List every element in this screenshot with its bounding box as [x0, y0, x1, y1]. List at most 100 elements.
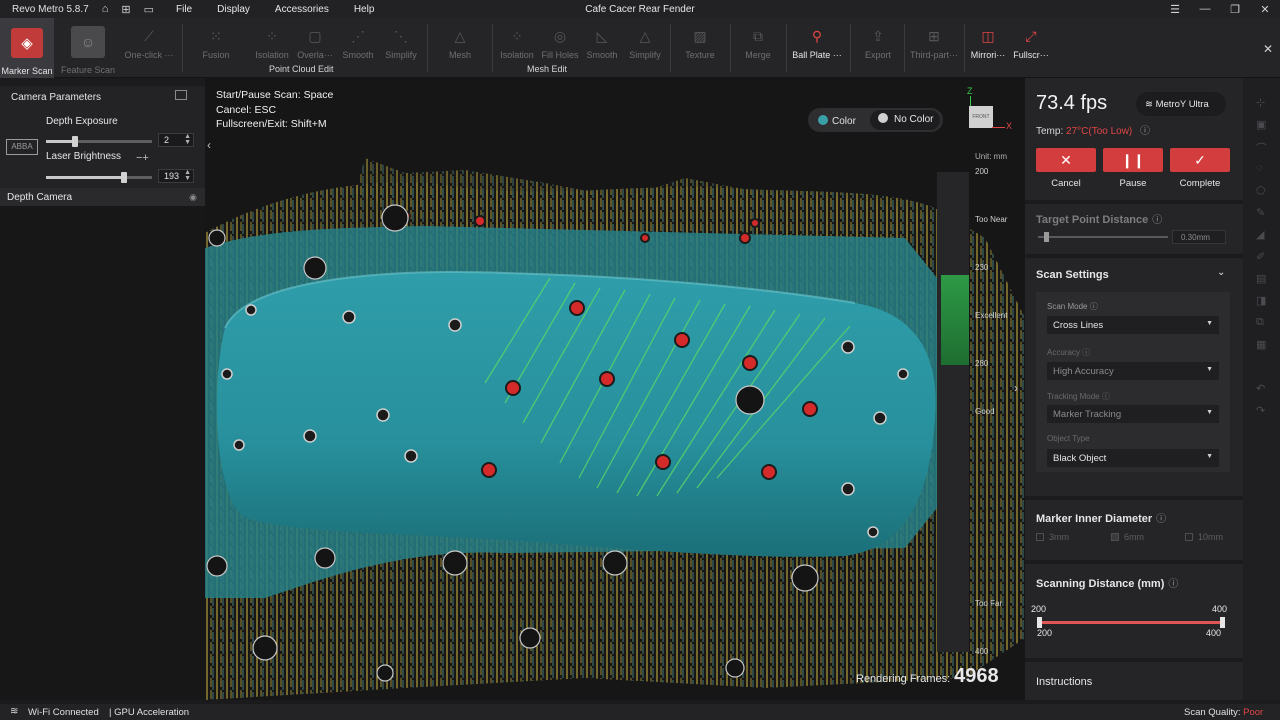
expand-panel-chevron-icon[interactable]: › — [1014, 381, 1018, 395]
scan-mode-select[interactable]: Cross Lines ▼ — [1047, 316, 1219, 334]
close-window-icon[interactable]: ✕ — [1250, 3, 1280, 16]
texture-button[interactable]: ▨ Texture — [680, 18, 720, 78]
feature-scan-button[interactable]: ☺ Feature Scan — [60, 18, 116, 78]
third-party-button[interactable]: ⊞ Third-part··· — [908, 18, 960, 78]
one-click-button[interactable]: ⟋ One-click ··· — [120, 18, 178, 78]
merge-button[interactable]: ⧉ Merge — [738, 18, 778, 78]
toolbar: ◈ Marker Scan ☺ Feature Scan ⟋ One-click… — [0, 18, 1280, 78]
scan-settings-title[interactable]: Scan Settings — [1036, 269, 1109, 281]
grid-icon[interactable]: ▤ — [1256, 272, 1266, 285]
device-badge[interactable]: ≋ MetroY Ultra — [1136, 92, 1226, 116]
scan-quality-label: Scan Quality: — [1184, 707, 1241, 718]
open-folder-icon[interactable]: ▭ — [144, 3, 154, 16]
fps-readout: 73.4 fps — [1036, 92, 1108, 114]
spinner-icon[interactable]: ▲ ▼ — [184, 133, 191, 146]
mesh-smooth-button[interactable]: ◺ Smooth — [582, 18, 622, 78]
polygon-icon[interactable]: ⬠ — [1256, 184, 1266, 197]
color-option[interactable]: Color — [818, 114, 856, 127]
info-icon[interactable]: ⓘ — [1152, 215, 1162, 226]
select-icon[interactable]: ▣ — [1256, 118, 1266, 131]
pc-smooth-button[interactable]: ⋰ Smooth — [338, 18, 378, 78]
marker-6mm-checkbox[interactable]: 6mm — [1111, 532, 1144, 542]
info-icon[interactable]: ⓘ — [1090, 302, 1098, 311]
orientation-gizmo[interactable]: Z FRONT X — [962, 86, 1016, 136]
scan-viewport[interactable] — [205, 78, 1025, 700]
color-mode-toggle[interactable]: Color No Color — [808, 108, 943, 132]
complete-scan-button[interactable]: ✓ — [1170, 148, 1230, 172]
info-icon[interactable]: ⓘ — [1102, 392, 1110, 401]
mesh-simplify-button[interactable]: △ Simplify — [625, 18, 665, 78]
pause-scan-button[interactable]: ❙❙ — [1103, 148, 1163, 172]
object-type-select[interactable]: Black Object ▼ — [1047, 449, 1219, 467]
move-icon[interactable]: ⊹ — [1256, 96, 1265, 109]
depth-exposure-slider[interactable] — [46, 136, 152, 147]
accuracy-value: High Accuracy — [1053, 366, 1114, 377]
export-button[interactable]: ⇪ Export — [858, 18, 898, 78]
info-icon[interactable]: ⓘ — [1168, 579, 1178, 590]
laser-brightness-slider[interactable] — [46, 172, 152, 183]
settings-sliders-icon[interactable]: ☰ — [1160, 3, 1190, 16]
menu-file[interactable]: File — [176, 4, 192, 15]
menu-display[interactable]: Display — [217, 4, 250, 15]
spinner-icon[interactable]: ▲ ▼ — [184, 169, 191, 182]
marker-10mm-checkbox[interactable]: 10mm — [1185, 532, 1223, 542]
feature-scan-icon: ☺ — [71, 26, 105, 58]
cancel-scan-button[interactable]: ✕ — [1036, 148, 1096, 172]
object-type-value: Black Object — [1053, 453, 1107, 464]
fullscreen-button[interactable]: ⤢ Fullscr··· — [1010, 18, 1052, 78]
mesh-label: Mesh — [448, 50, 471, 60]
copy-icon[interactable]: ⧉ — [1256, 316, 1264, 329]
measure-icon[interactable]: ◢ — [1256, 228, 1264, 241]
depth-camera-row[interactable]: Depth Camera ◉ — [0, 188, 205, 206]
minimize-icon[interactable]: — — [1190, 3, 1220, 15]
instructions-section[interactable]: Instructions — [1036, 676, 1092, 688]
edit-icon[interactable]: ✐ — [1256, 250, 1265, 263]
slider-knob[interactable] — [1044, 232, 1049, 242]
scanning-distance-range-slider[interactable] — [1037, 617, 1225, 628]
range-min-knob[interactable] — [1037, 617, 1042, 628]
target-point-distance-slider[interactable] — [1038, 232, 1168, 242]
menu-help[interactable]: Help — [354, 4, 375, 15]
delete-icon[interactable]: ▦ — [1256, 338, 1266, 351]
invert-icon[interactable]: ◨ — [1256, 294, 1266, 307]
lasso-icon[interactable]: ⌒ — [1256, 140, 1267, 156]
info-icon[interactable]: ⓘ — [1140, 126, 1150, 137]
mirroring-button[interactable]: ◫ Mirrori··· — [968, 18, 1008, 78]
home-icon[interactable]: ⌂ — [102, 3, 109, 15]
tracking-mode-select[interactable]: Marker Tracking ▼ — [1047, 405, 1219, 423]
laser-brightness-knob[interactable] — [121, 172, 128, 183]
laser-brightness-input[interactable]: 193 ▲ ▼ — [158, 169, 194, 183]
plus-minus-icon[interactable]: −+ — [136, 152, 149, 164]
info-icon[interactable]: ⓘ — [1156, 514, 1166, 525]
new-project-icon[interactable]: ⊞ — [121, 3, 130, 16]
redo-icon[interactable]: ↷ — [1256, 404, 1265, 417]
pc-simplify-button[interactable]: ⋱ Simplify — [381, 18, 421, 78]
pen-icon[interactable]: ✎ — [1256, 206, 1265, 219]
collapse-panel-chevron-icon[interactable]: ‹ — [207, 138, 211, 152]
pc-fusion-button[interactable]: ⁙ Fusion — [196, 18, 236, 78]
section-divider — [1025, 254, 1243, 258]
depth-exposure-knob[interactable] — [71, 136, 78, 147]
mesh-button[interactable]: △ Mesh — [440, 18, 480, 78]
target-point-distance-input[interactable]: 0.30mm — [1172, 230, 1226, 244]
ball-plate-button[interactable]: ⚲ Ball Plate ··· — [790, 18, 844, 78]
scan-distance-min-value: 200 — [1037, 628, 1053, 638]
view-cube[interactable]: FRONT — [969, 106, 993, 128]
close-panel-icon[interactable]: ✕ — [1263, 42, 1273, 56]
depth-exposure-input[interactable]: 2 ▲ ▼ — [158, 133, 194, 147]
no-color-option[interactable]: No Color — [870, 110, 940, 130]
menu-accessories[interactable]: Accessories — [275, 4, 329, 15]
eye-icon[interactable]: ◉ — [189, 192, 197, 203]
restore-icon[interactable]: ❐ — [1220, 3, 1250, 16]
brush-icon[interactable]: ◌ — [1256, 162, 1263, 174]
panel-toggle-icon[interactable] — [175, 90, 187, 100]
accuracy-select[interactable]: High Accuracy ▼ — [1047, 362, 1219, 380]
marker-scan-button[interactable]: ◈ Marker Scan — [0, 18, 54, 78]
accuracy-label: Accuracy ⓘ — [1047, 347, 1090, 358]
info-icon[interactable]: ⓘ — [1082, 348, 1090, 357]
distance-zone-label: Good — [975, 407, 995, 416]
undo-icon[interactable]: ↶ — [1256, 382, 1265, 395]
marker-3mm-checkbox[interactable]: 3mm — [1036, 532, 1069, 542]
chevron-down-icon[interactable]: ⌄ — [1217, 267, 1225, 278]
range-max-knob[interactable] — [1220, 617, 1225, 628]
